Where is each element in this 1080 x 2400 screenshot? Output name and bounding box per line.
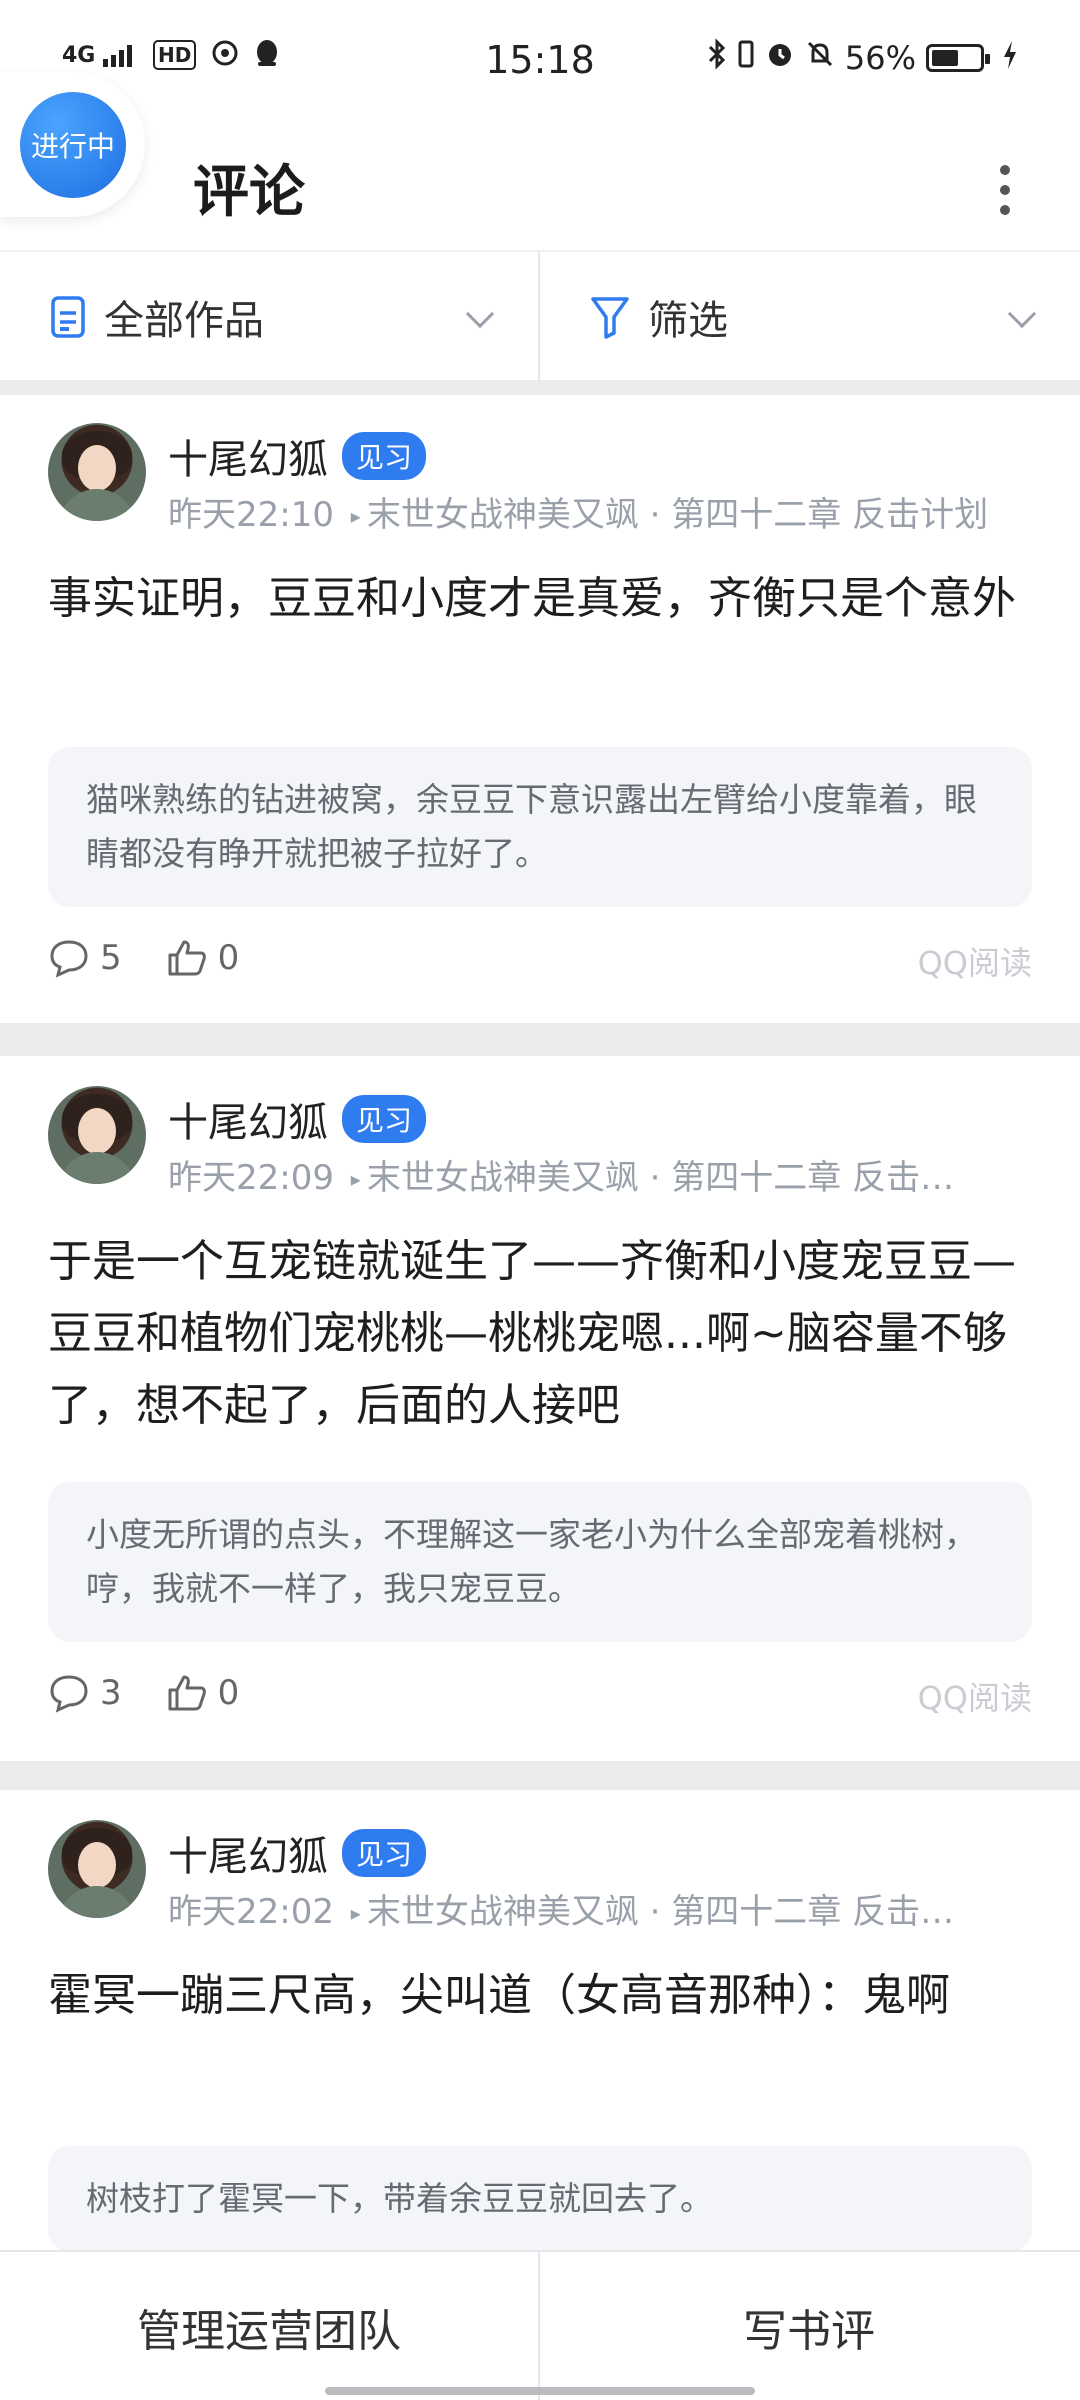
comment-meta: 昨天22:10 ▸ 末世女战神美又飒 · 第四十二章 反击计划	[168, 487, 1028, 536]
like-button[interactable]: 0	[166, 938, 240, 978]
quoted-passage[interactable]: 树枝打了霍冥一下，带着余豆豆就回去了。	[48, 2146, 1032, 2252]
comment-actions: 5 0	[48, 938, 283, 978]
like-count: 0	[217, 938, 240, 978]
level-badge: 见习	[342, 1095, 427, 1143]
source-label: QQ阅读	[917, 1679, 1032, 1717]
avatar-face	[78, 1108, 116, 1154]
comment-card[interactable]: 十尾幻狐 见习 昨天22:02 ▸ 末世女战神美又飒 · 第四十二章 反击… 霍冥…	[0, 1790, 1080, 2252]
page-title: 评论	[193, 160, 305, 225]
alarm-icon	[765, 39, 795, 77]
home-indicator[interactable]	[325, 2387, 755, 2395]
comment-actions: 3 0	[48, 1673, 283, 1713]
app-header: 评论	[0, 125, 1080, 250]
filter-bar: 全部作品 筛选	[0, 250, 1080, 382]
level-badge: 见习	[342, 1829, 427, 1877]
thumbs-up-icon	[168, 940, 206, 976]
chevron-down-icon	[465, 299, 495, 329]
source-label: QQ阅读	[917, 944, 1032, 982]
battery-level	[932, 50, 958, 66]
reply-count: 3	[100, 1673, 122, 1713]
avatar-face	[78, 445, 116, 491]
chapter-link[interactable]: 第四十二章 反击…	[671, 1892, 954, 1932]
status-bar: 4G HD 15:18 56%	[0, 0, 1080, 125]
book-link[interactable]: 末世女战神美又飒	[367, 495, 639, 535]
dot	[1000, 185, 1010, 195]
username[interactable]: 十尾幻狐	[168, 1090, 328, 1148]
comment-text: 霍冥一蹦三尺高，尖叫道（女高音那种）：鬼啊	[48, 1970, 950, 2021]
username[interactable]: 十尾幻狐	[168, 1824, 328, 1882]
in-progress-badge[interactable]: 进行中	[20, 92, 126, 198]
separator: ·	[649, 1158, 672, 1198]
level-badge: 见习	[342, 432, 427, 480]
status-right: 56%	[707, 38, 1018, 78]
book-link[interactable]: 末世女战神美又飒	[367, 1158, 639, 1198]
reply-count: 5	[100, 938, 122, 978]
dot	[1000, 205, 1010, 215]
mute-bell-icon	[805, 39, 835, 77]
thumbs-up-icon	[168, 1675, 206, 1711]
more-options-button[interactable]	[970, 145, 1040, 235]
charging-icon	[1002, 39, 1018, 77]
avatar[interactable]	[48, 1820, 146, 1918]
timestamp: 昨天22:10	[168, 495, 334, 535]
avatar-body	[58, 489, 136, 521]
comment-text: 事实证明，豆豆和小度才是真爱，齐衡只是个意外	[48, 573, 1016, 624]
vibrate-icon	[737, 39, 755, 77]
timestamp: 昨天22:09	[168, 1158, 334, 1198]
username[interactable]: 十尾幻狐	[168, 427, 328, 485]
reply-button[interactable]: 3	[48, 1673, 122, 1713]
comment-text: 于是一个互宠链就诞生了——齐衡和小度宠豆豆—豆豆和植物们宠桃桃—桃桃宠嗯...啊…	[48, 1236, 1016, 1431]
comment-meta: 昨天22:09 ▸ 末世女战神美又飒 · 第四十二章 反击…	[168, 1150, 1028, 1199]
timestamp: 昨天22:02	[168, 1892, 334, 1932]
bluetooth-icon	[707, 38, 727, 78]
comment-meta: 昨天22:02 ▸ 末世女战神美又飒 · 第四十二章 反击…	[168, 1884, 1028, 1933]
write-review-button[interactable]: 写书评	[540, 2252, 1078, 2400]
comment-icon	[50, 940, 88, 978]
chapter-link[interactable]: 第四十二章 反击…	[671, 1158, 954, 1198]
user-row: 十尾幻狐 见习	[168, 1824, 427, 1882]
chevron-down-icon	[1007, 299, 1037, 329]
triangle-icon: ▸	[350, 1167, 361, 1191]
quoted-passage[interactable]: 猫咪熟练的钻进被窝，余豆豆下意识露出左臂给小度靠着，眼睛都没有睁开就把被子拉好了…	[48, 747, 1032, 907]
avatar-body	[58, 1152, 136, 1184]
bottom-action-bar: 管理运营团队 写书评	[0, 2250, 1080, 2400]
battery-icon	[926, 44, 990, 72]
separator: ·	[649, 1892, 672, 1932]
comment-card[interactable]: 十尾幻狐 见习 昨天22:10 ▸ 末世女战神美又飒 · 第四十二章 反击计划 事…	[0, 395, 1080, 1023]
filter-dropdown[interactable]: 筛选	[540, 252, 1080, 382]
comment-icon	[50, 1675, 88, 1713]
separator: ·	[649, 495, 672, 535]
comment-card[interactable]: 十尾幻狐 见习 昨天22:09 ▸ 末世女战神美又飒 · 第四十二章 反击… 于是…	[0, 1056, 1080, 1761]
triangle-icon: ▸	[350, 504, 361, 528]
like-button[interactable]: 0	[166, 1673, 240, 1713]
filter-label: 筛选	[648, 298, 728, 344]
chapter-link[interactable]: 第四十二章 反击计划	[671, 495, 988, 535]
avatar[interactable]	[48, 1086, 146, 1184]
floating-status-bubble[interactable]: 进行中	[0, 72, 145, 217]
reply-button[interactable]: 5	[48, 938, 122, 978]
user-row: 十尾幻狐 见习	[168, 1090, 427, 1148]
avatar-body	[58, 1886, 136, 1918]
quoted-passage[interactable]: 小度无所谓的点头，不理解这一家老小为什么全部宠着桃树，哼，我就不一样了，我只宠豆…	[48, 1482, 1032, 1642]
avatar[interactable]	[48, 423, 146, 521]
user-row: 十尾幻狐 见习	[168, 427, 427, 485]
battery-percent: 56%	[844, 39, 916, 77]
like-count: 0	[217, 1673, 240, 1713]
book-link[interactable]: 末世女战神美又飒	[367, 1892, 639, 1932]
triangle-icon: ▸	[350, 1901, 361, 1925]
funnel-icon	[591, 297, 629, 339]
works-filter-label: 全部作品	[104, 298, 264, 344]
document-icon	[51, 296, 85, 338]
manage-team-button[interactable]: 管理运营团队	[0, 2252, 538, 2400]
dot	[1000, 165, 1010, 175]
works-filter-dropdown[interactable]: 全部作品	[0, 252, 538, 382]
avatar-face	[78, 1842, 116, 1888]
